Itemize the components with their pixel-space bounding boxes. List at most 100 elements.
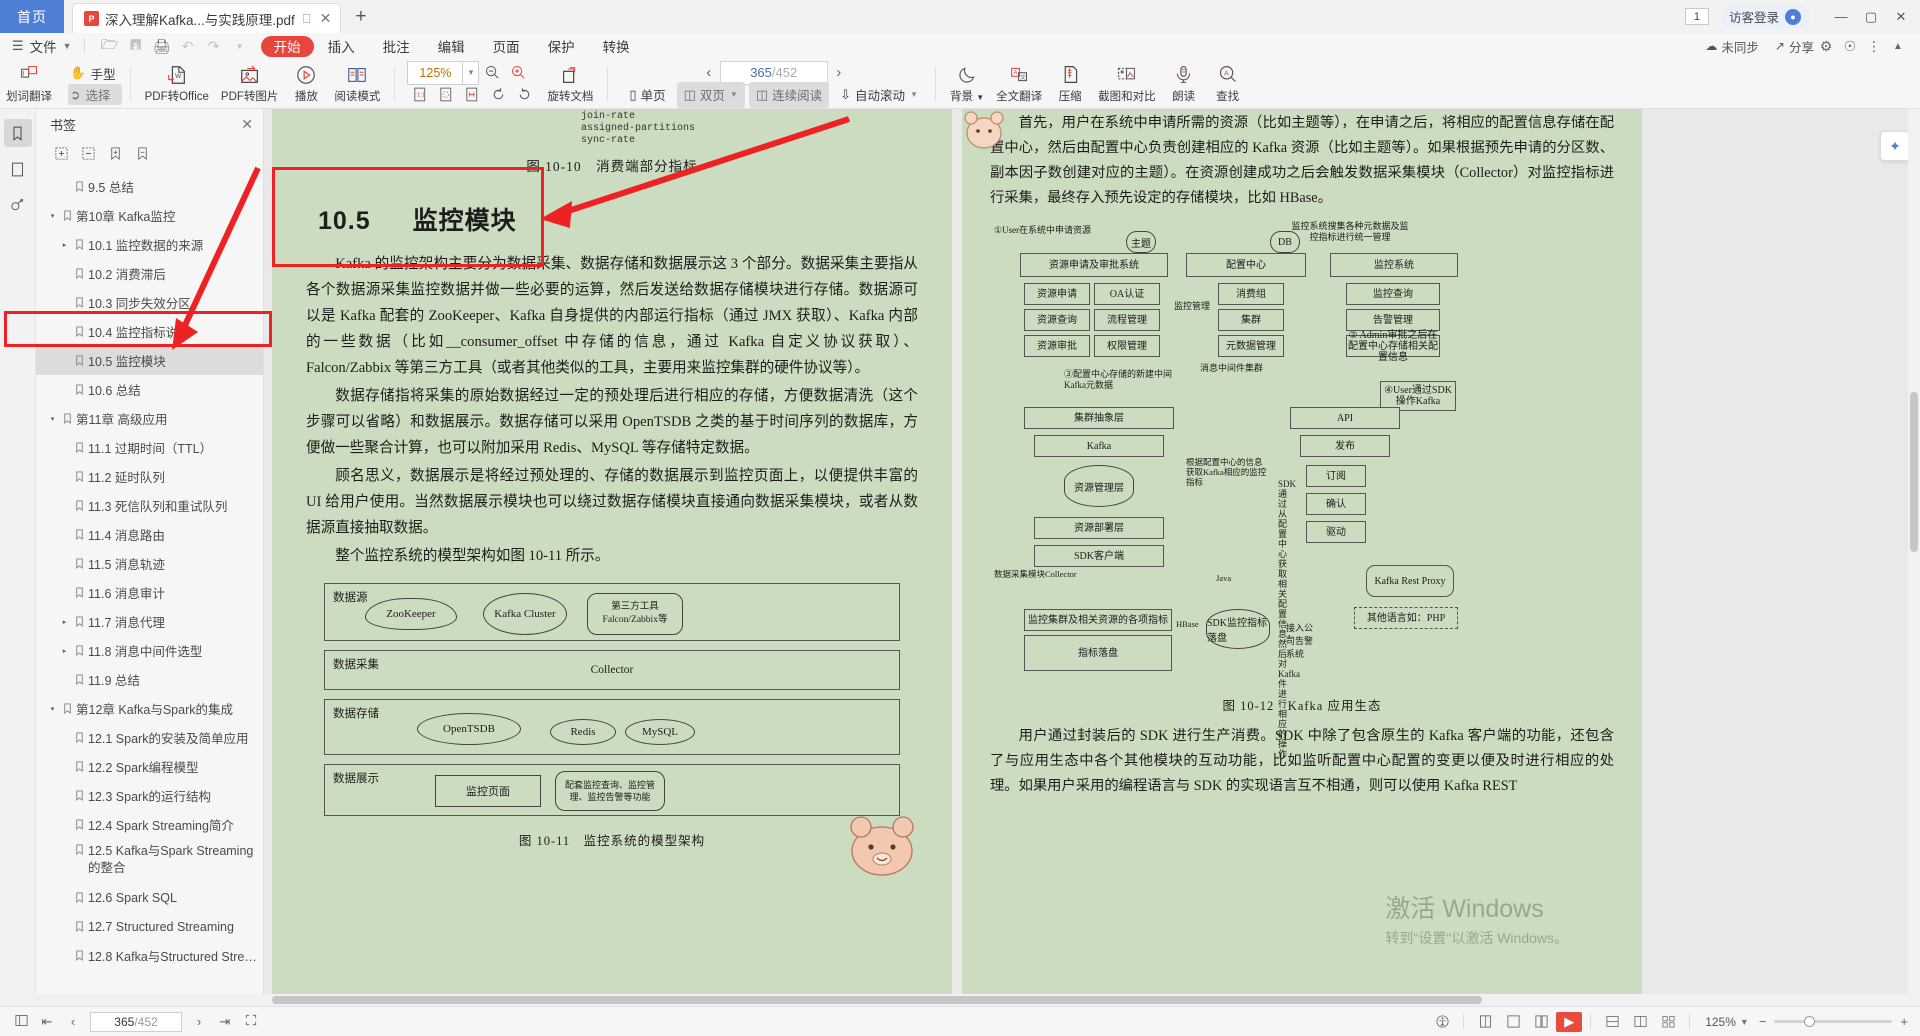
- bookmark-item[interactable]: 11.4 消息路由: [36, 520, 263, 549]
- select-tool-button[interactable]: ➲ 选择: [68, 84, 122, 105]
- bookmark-item[interactable]: 11.5 消息轨迹: [36, 549, 263, 578]
- read-mode-button[interactable]: 阅读模式: [328, 61, 386, 107]
- page-number-input[interactable]: 365 / 452: [720, 61, 828, 85]
- zoom-in-icon[interactable]: [505, 62, 531, 84]
- bookmark-item[interactable]: 11.6 消息审计: [36, 578, 263, 607]
- file-menu-button[interactable]: 文件 ▼: [30, 36, 72, 56]
- bookmark-item[interactable]: 12.3 Spark的运行结构: [36, 781, 263, 810]
- twisty-collapsed-icon[interactable]: ▸: [58, 647, 71, 655]
- next-page-icon[interactable]: ›: [186, 1014, 212, 1029]
- bookmark-item[interactable]: 12.2 Spark编程模型: [36, 752, 263, 781]
- remove-bookmark-icon[interactable]: [129, 142, 156, 164]
- zoom-select[interactable]: 125% ▼: [407, 61, 479, 85]
- fit-width-icon[interactable]: [459, 84, 485, 106]
- bookmark-item[interactable]: 12.8 Kafka与Structured Streaming: [36, 941, 263, 970]
- bookmark-item[interactable]: 10.6 总结: [36, 375, 263, 404]
- twisty-expanded-icon[interactable]: ▾: [46, 212, 59, 220]
- compress-button[interactable]: 压缩: [1048, 61, 1092, 107]
- play-button[interactable]: 播放: [284, 61, 328, 107]
- bookmark-item[interactable]: ▾第10章 Kafka监控: [36, 201, 263, 230]
- collapse-ribbon-icon[interactable]: ▲: [1886, 41, 1910, 52]
- accessibility-icon[interactable]: [1429, 1012, 1455, 1032]
- single-page-button[interactable]: ▯ 单页: [622, 82, 672, 108]
- print-icon[interactable]: 🖨: [149, 38, 175, 55]
- horizontal-scrollbar[interactable]: [0, 994, 1920, 1006]
- customize-toolbar-icon[interactable]: ▼: [227, 42, 253, 51]
- zoom-out-icon[interactable]: [479, 62, 505, 84]
- home-tab[interactable]: 首页: [0, 0, 64, 33]
- bookmark-item[interactable]: ▸10.1 监控数据的来源: [36, 230, 263, 259]
- bookmark-item[interactable]: 9.5 总结: [36, 172, 263, 201]
- bookmark-item[interactable]: ▸11.8 消息中间件选型: [36, 636, 263, 665]
- bookmark-item[interactable]: ▾第12章 Kafka与Spark的集成: [36, 694, 263, 723]
- close-tab-icon[interactable]: ✕: [320, 10, 332, 27]
- undo-icon[interactable]: ↶: [175, 38, 201, 55]
- minimize-button[interactable]: —: [1826, 9, 1856, 24]
- read-aloud-button[interactable]: 朗读: [1162, 61, 1206, 107]
- twisty-collapsed-icon[interactable]: ▸: [58, 241, 71, 249]
- translate-all-button[interactable]: A文 全文翻译: [990, 61, 1048, 107]
- bookmark-item[interactable]: ▸11.7 消息代理: [36, 607, 263, 636]
- login-button[interactable]: 访客登录 ●: [1721, 5, 1810, 28]
- bookmark-item[interactable]: 12.7 Structured Streaming: [36, 912, 263, 941]
- share-button[interactable]: ↗ 分享: [1775, 37, 1814, 56]
- save-icon[interactable]: 🖪: [123, 34, 149, 58]
- bookmark-item[interactable]: 10.5 监控模块: [36, 346, 263, 375]
- twisty-expanded-icon[interactable]: ▾: [46, 415, 59, 423]
- presentation-icon[interactable]: ▶: [1556, 1012, 1582, 1032]
- bookmark-list[interactable]: 9.5 总结▾第10章 Kafka监控▸10.1 监控数据的来源10.2 消费滞…: [36, 167, 263, 994]
- document-viewport[interactable]: join-rate assigned-partitions sync-rate …: [264, 109, 1920, 994]
- maximize-button[interactable]: ▢: [1856, 9, 1886, 25]
- bookmark-panel-icon[interactable]: [4, 119, 32, 147]
- zoom-slider[interactable]: 125% ▼ − +: [1705, 1014, 1908, 1029]
- hand-tool-button[interactable]: ✋ 手型: [68, 63, 122, 84]
- continuous-view-icon[interactable]: [1528, 1012, 1554, 1032]
- bookmark-item[interactable]: 11.9 总结: [36, 665, 263, 694]
- rotate-document-button[interactable]: 旋转文档: [541, 61, 599, 107]
- monitor-icon[interactable]: ⎕: [303, 11, 311, 27]
- ribbon-tab-start[interactable]: 开始: [261, 36, 314, 57]
- thumbnail-panel-icon[interactable]: [4, 155, 32, 183]
- twisty-expanded-icon[interactable]: ▾: [46, 705, 59, 713]
- bookmark-item[interactable]: 12.6 Spark SQL: [36, 883, 263, 912]
- screenshot-compare-button[interactable]: 截图和对比: [1092, 61, 1162, 107]
- prev-page-icon[interactable]: ‹: [698, 64, 720, 81]
- status-page-input[interactable]: 365 / 452: [90, 1012, 182, 1032]
- zoom-value[interactable]: 125%: [407, 61, 463, 85]
- ai-assistant-button[interactable]: ✦: [1880, 131, 1910, 161]
- fit-page-icon[interactable]: [433, 84, 459, 106]
- bookmark-item[interactable]: 11.3 死信队列和重试队列: [36, 491, 263, 520]
- translate-selection-button[interactable]: I 划词翻译: [0, 61, 58, 107]
- expand-all-icon[interactable]: [48, 142, 75, 164]
- twisty-collapsed-icon[interactable]: ▸: [58, 618, 71, 626]
- single-page-view-icon[interactable]: [1472, 1012, 1498, 1032]
- help-icon[interactable]: ☉: [1838, 38, 1862, 55]
- split-view-icon[interactable]: [1627, 1012, 1653, 1032]
- add-bookmark-icon[interactable]: [102, 142, 129, 164]
- bookmark-item[interactable]: 11.1 过期时间（TTL）: [36, 433, 263, 462]
- double-page-view-icon[interactable]: [1500, 1012, 1526, 1032]
- bookmark-item[interactable]: 10.2 消费滞后: [36, 259, 263, 288]
- redo-icon[interactable]: ↷: [201, 38, 227, 55]
- bookmark-item[interactable]: 12.1 Spark的安装及简单应用: [36, 723, 263, 752]
- double-page-button[interactable]: ◫ 双页 ▼: [677, 82, 745, 108]
- sidebar-toggle-icon[interactable]: [8, 1013, 34, 1031]
- bookmark-item[interactable]: ▾第11章 高级应用: [36, 404, 263, 433]
- pdf-to-image-button[interactable]: PDF转图片: [215, 61, 285, 107]
- pdf-to-office-button[interactable]: W PDF转Office: [139, 61, 215, 107]
- reading-ruler-icon[interactable]: [1599, 1012, 1625, 1032]
- fullscreen-icon[interactable]: [238, 1013, 264, 1030]
- fit-actual-size-icon[interactable]: 1:1: [407, 84, 433, 106]
- document-tab[interactable]: P 深入理解Kafka...与实践原理.pdf ⎕ ✕: [72, 3, 341, 33]
- bookmark-item[interactable]: 12.5 Kafka与Spark Streaming的整合: [36, 839, 263, 883]
- rotate-cw-icon[interactable]: [511, 84, 537, 106]
- zoom-track[interactable]: [1774, 1020, 1892, 1023]
- last-page-icon[interactable]: ⇥: [212, 1014, 238, 1030]
- scrollbar-thumb[interactable]: [1910, 392, 1918, 552]
- zoom-knob[interactable]: [1804, 1016, 1815, 1027]
- close-window-button[interactable]: ✕: [1886, 9, 1916, 25]
- ribbon-tab-insert[interactable]: 插入: [314, 36, 369, 56]
- more-icon[interactable]: ⋮: [1862, 38, 1886, 55]
- new-tab-button[interactable]: +: [355, 6, 366, 28]
- sync-status-button[interactable]: ☁ 未同步: [1705, 37, 1759, 56]
